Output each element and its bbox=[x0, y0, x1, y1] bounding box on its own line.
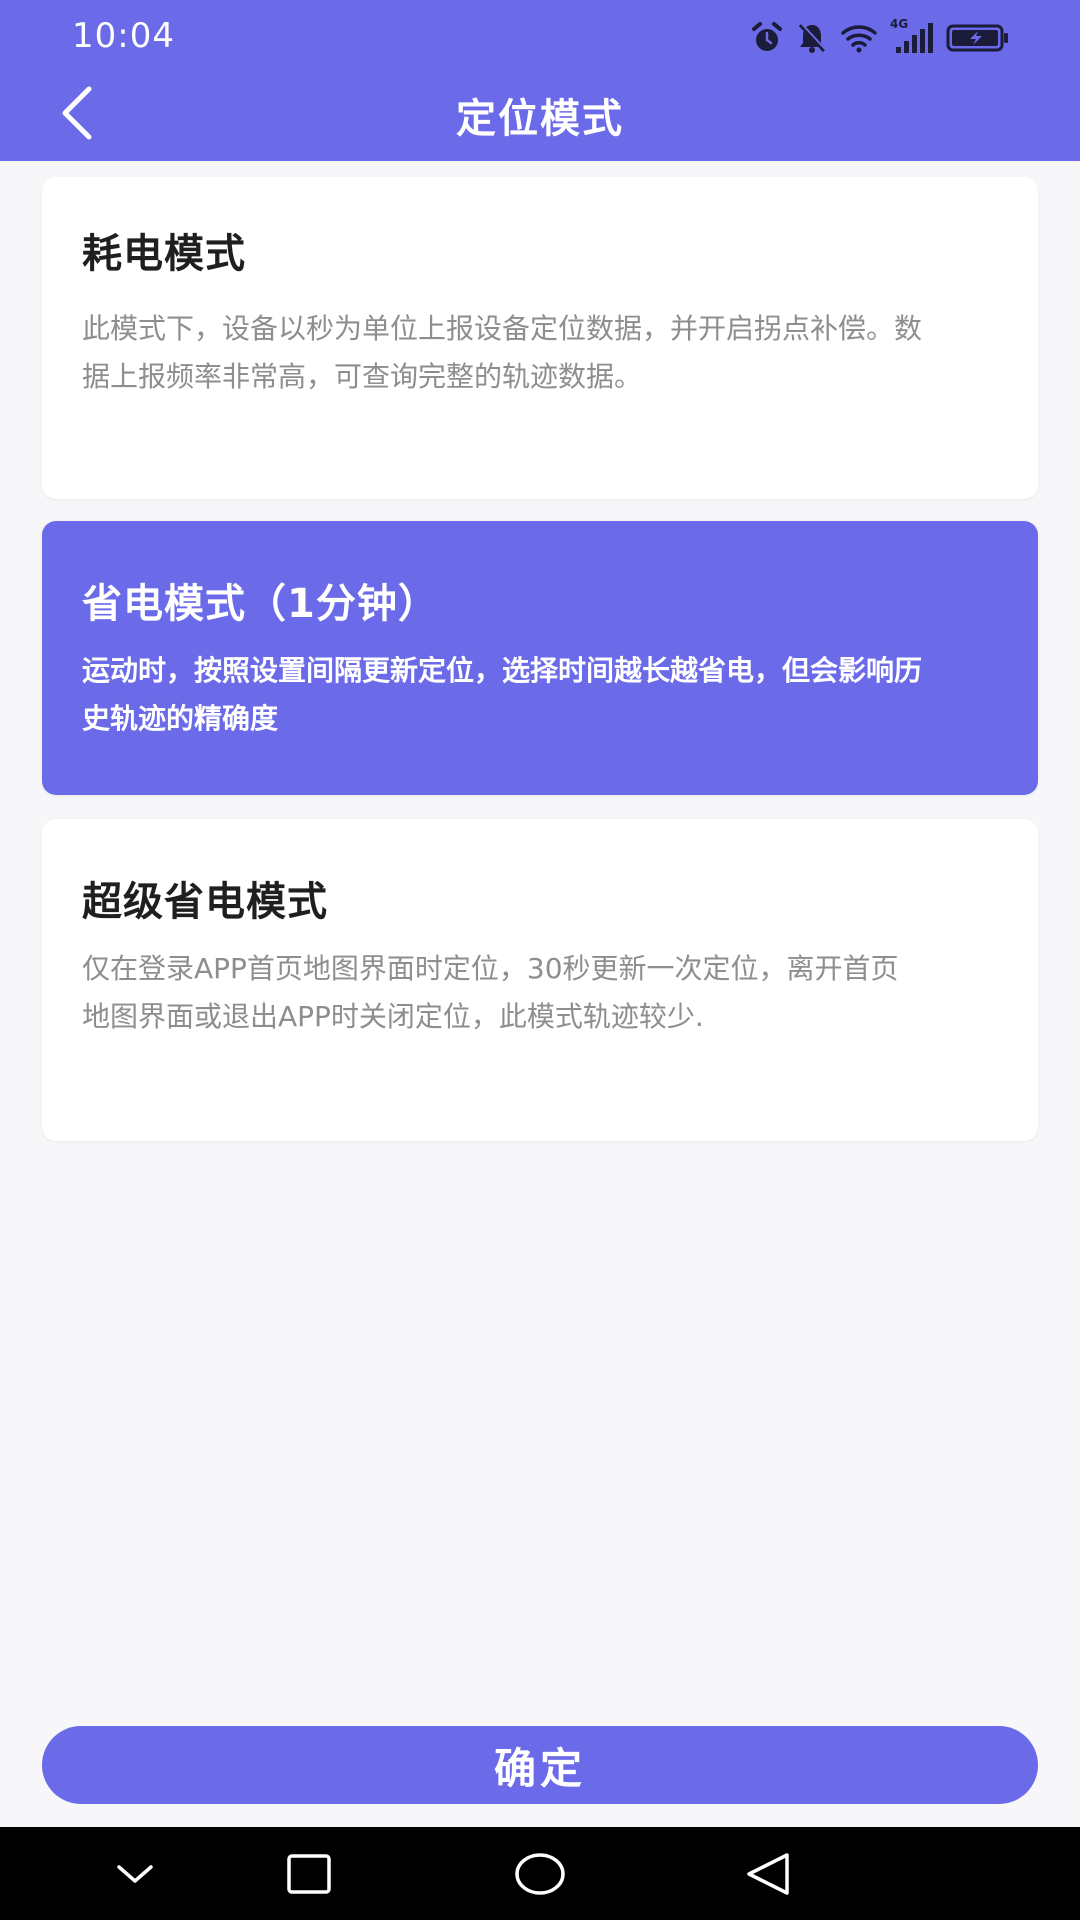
mode-card-power-saving[interactable]: 省电模式（1分钟） 运动时，按照设置间隔更新定位，选择时间越长越省电，但会影响历… bbox=[42, 521, 1038, 795]
battery-charging-icon bbox=[946, 23, 1010, 53]
mode-title: 超级省电模式 bbox=[82, 879, 328, 925]
nav-recents-button[interactable] bbox=[274, 1843, 344, 1905]
nav-down-button[interactable] bbox=[100, 1843, 170, 1905]
nav-back-icon bbox=[747, 1853, 789, 1895]
wifi-icon bbox=[840, 23, 878, 53]
nav-recents-icon bbox=[287, 1854, 331, 1894]
nav-home-button[interactable] bbox=[505, 1843, 575, 1905]
status-icons: 4G bbox=[750, 16, 1010, 60]
mode-description: 运动时，按照设置间隔更新定位，选择时间越长越省电，但会影响历史轨迹的精确度 bbox=[82, 654, 923, 735]
mode-description: 仅在登录APP首页地图界面时定位，30秒更新一次定位，离开首页地图界面或退出AP… bbox=[82, 952, 899, 1033]
mute-bell-icon bbox=[796, 21, 828, 55]
alarm-icon bbox=[750, 21, 784, 55]
confirm-button[interactable]: 确定 bbox=[42, 1726, 1038, 1804]
mode-card-super-power-saving[interactable]: 超级省电模式 仅在登录APP首页地图界面时定位，30秒更新一次定位，离开首页地图… bbox=[42, 819, 1038, 1141]
mode-card-power-consuming[interactable]: 耗电模式 此模式下，设备以秒为单位上报设备定位数据，并开启拐点补偿。数据上报频率… bbox=[42, 177, 1038, 499]
page-title: 定位模式 bbox=[456, 96, 624, 142]
system-nav-bar bbox=[0, 1827, 1080, 1920]
mode-title: 耗电模式 bbox=[82, 231, 246, 277]
nav-back-button[interactable] bbox=[733, 1843, 803, 1905]
status-time: 10:04 bbox=[72, 16, 175, 56]
nav-down-icon bbox=[117, 1865, 153, 1883]
mode-title: 省电模式（1分钟） bbox=[82, 581, 439, 627]
mode-description: 此模式下，设备以秒为单位上报设备定位数据，并开启拐点补偿。数据上报频率非常高，可… bbox=[82, 312, 923, 393]
signal-icon: 4G bbox=[890, 17, 934, 55]
header: 10:04 4G 定位模式 bbox=[0, 0, 1080, 161]
nav-home-icon bbox=[515, 1853, 565, 1895]
